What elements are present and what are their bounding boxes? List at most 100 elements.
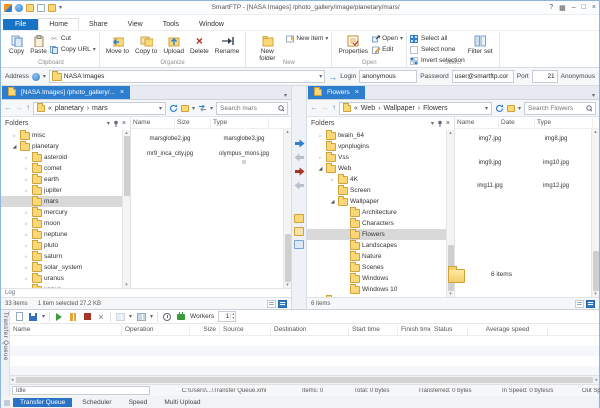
collapse-icon[interactable]: ▹ (23, 254, 30, 260)
port-input[interactable] (535, 73, 555, 80)
file-item[interactable]: img11.jpg (457, 178, 523, 190)
expand-icon[interactable]: ◢ (11, 144, 18, 150)
tree-item[interactable]: vpnplugins (307, 141, 446, 152)
scroll-down-icon[interactable]: ▾ (449, 291, 452, 297)
tree-item[interactable]: Windows (307, 273, 446, 284)
tab-transfer-queue[interactable]: Transfer Queue (13, 398, 72, 407)
column-date[interactable]: Date (499, 118, 535, 128)
select-all-button[interactable]: Select all (410, 34, 465, 43)
go-button[interactable]: → (328, 72, 337, 82)
list-view-toggle[interactable] (575, 300, 584, 308)
collapse-icon[interactable]: ▹ (23, 210, 30, 216)
folder-icon[interactable] (48, 4, 56, 12)
folders-dropdown-icon[interactable]: ▾ (107, 120, 110, 127)
search-box[interactable] (216, 102, 288, 115)
tree-item[interactable]: ▹twain_64 (307, 130, 446, 141)
tree-item[interactable]: ▹venus (1, 284, 122, 288)
tree-item[interactable]: ◢planetary (1, 141, 122, 152)
sync-folders-button[interactable] (294, 227, 304, 236)
file-item[interactable]: img10.jpg (523, 155, 589, 167)
favorites-dropdown-icon[interactable]: ▾ (518, 105, 521, 112)
tab-scheduler[interactable]: Scheduler (75, 398, 118, 407)
new-folder-button[interactable]: New folder (249, 33, 285, 63)
favorites-button[interactable] (181, 105, 189, 112)
collapse-icon[interactable]: ▹ (317, 155, 324, 161)
columns-dropdown-icon[interactable]: ▾ (150, 313, 153, 320)
forward-button[interactable]: → (321, 104, 329, 112)
port-field-box[interactable] (532, 70, 558, 83)
tab-share[interactable]: Share (79, 19, 118, 30)
favorites-dropdown-icon[interactable]: ▾ (192, 105, 195, 112)
scroll-down-icon[interactable]: ▾ (286, 282, 289, 288)
tab-close-icon[interactable]: × (355, 89, 359, 96)
left-panel-tab[interactable]: [NASA Images] /photo_gallery/... × (2, 86, 130, 99)
refresh-button[interactable] (169, 104, 178, 113)
tree-item-selected[interactable]: mars (1, 196, 122, 207)
connections-plug-icon[interactable] (176, 312, 186, 322)
collapse-icon[interactable]: ▹ (317, 133, 324, 139)
select-none-button[interactable]: Select none (410, 45, 465, 54)
column-type[interactable]: Type (211, 118, 269, 128)
column-name[interactable]: Name (131, 118, 175, 128)
paste-button[interactable]: Paste (27, 33, 50, 56)
move-item-dropdown-icon[interactable]: ▾ (129, 313, 132, 320)
expand-icon[interactable]: ◢ (317, 166, 324, 172)
connect-globe-icon[interactable] (15, 4, 23, 12)
list-scrollbar[interactable]: ▴▾ (591, 129, 599, 297)
tab-home[interactable]: Home (38, 18, 79, 30)
thumbnail-view-toggle[interactable] (586, 300, 595, 308)
breadcrumb-item[interactable]: Wallpaper (384, 105, 415, 112)
workers-spinner[interactable]: 1 ▴▾ (218, 311, 236, 322)
collapse-icon[interactable]: ▹ (23, 177, 30, 183)
help-button[interactable]: ? (549, 4, 553, 12)
tree-item[interactable]: ▹comet (1, 163, 122, 174)
queue-to-left-alt-button[interactable] (293, 180, 305, 190)
password-input[interactable] (455, 73, 511, 80)
tree-item[interactable]: ▹pluto (1, 240, 122, 251)
cut-button[interactable]: ✂ Cut (50, 34, 96, 43)
move-item-icon[interactable] (115, 312, 125, 322)
new-item-button[interactable]: New item ▾ (285, 34, 328, 43)
collapse-icon[interactable]: ▹ (23, 188, 30, 194)
address-combo[interactable]: ▾ (49, 70, 325, 83)
transfer-mode-button[interactable] (198, 104, 207, 112)
tree-item[interactable]: ▹earth (1, 174, 122, 185)
collapse-icon[interactable]: ▹ (23, 166, 30, 172)
tree-item[interactable]: ▹mercury (1, 207, 122, 218)
properties-button[interactable]: Properties (335, 33, 371, 56)
queue-to-left-button[interactable] (293, 152, 305, 162)
delete-button[interactable]: × Delete (187, 33, 212, 56)
copy-button[interactable]: Copy (6, 33, 27, 56)
scroll-right-icon[interactable]: ▸ (595, 377, 598, 383)
file-item[interactable]: img9.jpg (457, 155, 523, 167)
filter-set-button[interactable]: Filter set (465, 33, 496, 56)
tree-item[interactable]: ▹WinSxS (307, 295, 446, 297)
schedule-clock-icon[interactable] (162, 312, 172, 322)
file-item[interactable]: olympus_mons.jpg (207, 146, 281, 158)
collapse-icon[interactable]: ▹ (23, 221, 30, 227)
tab-close-icon[interactable]: × (120, 89, 124, 96)
tree-item[interactable]: ◢Wallpaper (307, 196, 446, 207)
tree-item[interactable]: ▹solar_system (1, 262, 122, 273)
file-item-selected[interactable] (207, 160, 281, 165)
tree-item[interactable]: Scenes (307, 262, 446, 273)
tree-item-selected[interactable]: Flowers (307, 229, 446, 240)
rename-button[interactable]: Rename (212, 33, 243, 56)
save-queue-icon[interactable] (28, 312, 38, 322)
address-type-dropdown-icon[interactable]: ▾ (43, 73, 46, 80)
tab-view[interactable]: View (118, 19, 153, 30)
tree-item[interactable]: Nature (307, 251, 446, 262)
scroll-up-icon[interactable]: ▴ (594, 129, 597, 135)
breadcrumb-overflow-icon[interactable]: « (354, 105, 358, 112)
upload-button[interactable]: Upload (160, 33, 187, 56)
favorites-button[interactable] (507, 105, 515, 112)
address-globe-icon[interactable] (32, 73, 40, 81)
tree-item[interactable]: ◢Web (307, 163, 446, 174)
close-button[interactable]: × (592, 4, 596, 12)
collapse-icon[interactable]: ▹ (23, 232, 30, 238)
right-panel-tab[interactable]: Flowers × (308, 86, 365, 99)
column-name[interactable]: Name (455, 118, 499, 128)
breadcrumb[interactable]: « planetary › mars ▾ (33, 102, 166, 115)
tree-item[interactable]: ▹asteroid (1, 152, 122, 163)
scroll-left-icon[interactable]: ◂ (11, 377, 14, 383)
